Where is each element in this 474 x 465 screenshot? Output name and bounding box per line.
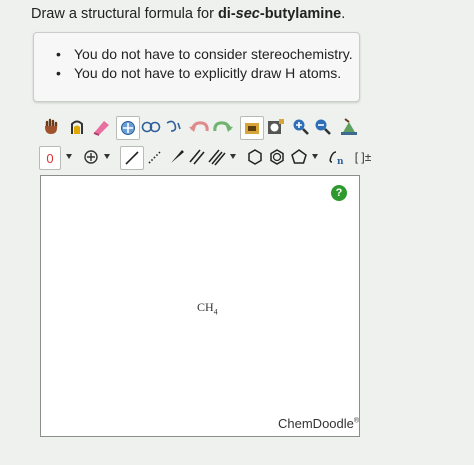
bracket-charge-label: [ ]± — [354, 150, 372, 164]
chevron-down-icon[interactable] — [230, 154, 236, 159]
lasso-icon[interactable] — [66, 116, 88, 138]
clean-icon[interactable] — [338, 116, 360, 138]
wedge-bond-icon[interactable] — [166, 146, 188, 168]
question-text: Draw a structural formula for di-sec-but… — [31, 6, 346, 22]
rotate-icon[interactable] — [162, 116, 184, 138]
redo-icon[interactable] — [212, 116, 234, 138]
single-bond-icon[interactable] — [120, 146, 144, 170]
toolbar-row-2: 0 n [ ]± — [39, 146, 378, 170]
hand-icon[interactable] — [40, 116, 62, 138]
cyclohexane-icon[interactable] — [244, 146, 266, 168]
compound-name: di-sec-butylamine — [217, 6, 342, 22]
chemdoodle-logo: ChemDoodle® — [278, 416, 360, 431]
center-icon[interactable] — [116, 116, 140, 140]
eraser-icon[interactable] — [90, 116, 112, 138]
undo-icon[interactable] — [188, 116, 210, 138]
zoom-in-icon[interactable] — [290, 116, 312, 138]
bracket-charge-button[interactable]: [ ]± — [348, 146, 378, 168]
charge-label: 0 — [46, 150, 54, 166]
flip-horizontal-icon[interactable] — [140, 116, 162, 138]
cyclopentane-icon[interactable] — [288, 146, 310, 168]
svg-text:n: n — [337, 157, 344, 166]
zoom-out-icon[interactable] — [312, 116, 334, 138]
chevron-down-icon[interactable] — [66, 154, 72, 159]
chevron-down-icon[interactable] — [104, 154, 110, 159]
ring-template-icon[interactable] — [264, 116, 286, 138]
instructions-box: You do not have to consider stereochemis… — [33, 32, 360, 102]
placeholder-formula: CH4 — [197, 300, 218, 317]
instruction-item: You do not have to consider stereochemis… — [56, 45, 353, 64]
templates-icon[interactable] — [240, 116, 264, 140]
positive-charge-icon[interactable] — [80, 146, 102, 168]
toolbar-row-1 — [40, 116, 360, 140]
drawing-canvas[interactable]: ? CH4 ChemDoodle® — [40, 175, 360, 437]
sgroup-icon[interactable]: n — [326, 146, 348, 168]
triple-bond-icon[interactable] — [206, 146, 228, 168]
instruction-item: You do not have to explicitly draw H ato… — [56, 64, 353, 83]
dashed-bond-icon[interactable] — [144, 146, 166, 168]
double-bond-icon[interactable] — [186, 146, 208, 168]
chevron-down-icon[interactable] — [312, 154, 318, 159]
charge-selector[interactable]: 0 — [39, 146, 61, 170]
benzene-icon[interactable] — [266, 146, 288, 168]
help-button[interactable]: ? — [331, 185, 347, 201]
